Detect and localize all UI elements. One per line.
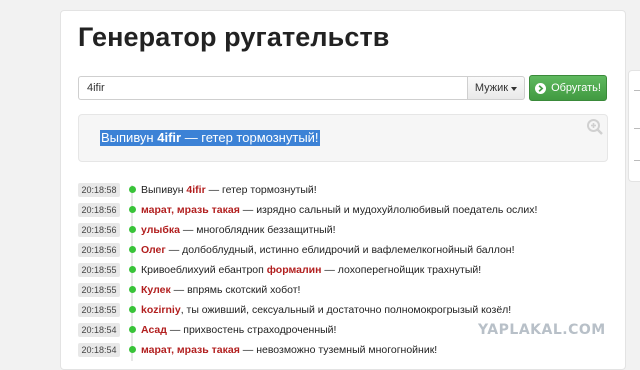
history-row: 20:18:58 Выпивун 4ifir — гетер тормознуты… (78, 181, 317, 199)
timestamp-badge: 20:18:55 (78, 263, 120, 277)
history-message: марат, мразь такая — изрядно сальный и м… (141, 201, 537, 219)
history-pre: Кривоеблихуий ебантроп (141, 264, 267, 276)
result-suffix: — гетер тормознутый! (181, 130, 319, 145)
caret-down-icon (511, 86, 518, 91)
status-dot (129, 266, 136, 273)
history-post: — лохоперегнойщик трахнутый! (321, 264, 482, 276)
history-name: формалин (266, 264, 322, 276)
history-message: Кулек — впрямь скотский хобот! (141, 281, 300, 299)
history-pre: Выпивун (141, 184, 187, 196)
status-dot (129, 346, 136, 353)
history-name: Кулек (141, 284, 171, 296)
history-message: Асад — прихвостень страходроченный! (141, 321, 336, 339)
zoom-in-icon[interactable] (586, 118, 604, 136)
timestamp-badge: 20:18:56 (78, 203, 120, 217)
history-message: марат, мразь такая — невозможно туземный… (141, 341, 437, 359)
history-message: Олег — долбоблудный, истинно еблидрочий … (141, 241, 515, 259)
history-row: 20:18:55 Кулек — впрямь скотский хобот! (78, 281, 300, 299)
side-divider (634, 90, 640, 91)
history-message: Выпивун 4ifir — гетер тормознутый! (141, 181, 317, 199)
history-post: — невозможно туземный многогнойник! (239, 344, 438, 356)
history-message: улыбка — многоблядник беззащитный! (141, 221, 336, 239)
history-post: — долбоблудный, истинно еблидрочий и ваф… (165, 244, 515, 256)
timestamp-badge: 20:18:54 (78, 343, 120, 357)
history-row: 20:18:56 улыбка — многоблядник беззащитны… (78, 221, 336, 239)
status-dot (129, 306, 136, 313)
history-row: 20:18:55 kozirniy, ты оживший, сексуальны… (78, 301, 511, 319)
history-row: 20:18:55 Кривоеблихуий ебантроп формалин … (78, 261, 481, 279)
status-dot (129, 326, 136, 333)
history-name: Олег (141, 244, 166, 256)
chevron-right-icon (535, 82, 547, 94)
timestamp-badge: 20:18:55 (78, 283, 120, 297)
result-text[interactable]: Выпивун 4ifir — гетер тормознутый! (100, 130, 320, 146)
history-row: 20:18:54 Асад — прихвостень страходроченн… (78, 321, 336, 339)
history-name: Асад (141, 324, 167, 336)
timestamp-badge: 20:18:58 (78, 183, 120, 197)
gender-select[interactable]: Мужик (467, 76, 525, 100)
timestamp-badge: 20:18:56 (78, 223, 120, 237)
history-message: kozirniy, ты оживший, сексуальный и дост… (141, 301, 511, 319)
insult-button[interactable]: Обругать! (529, 75, 607, 101)
history-name: марат, мразь такая (141, 344, 240, 356)
history-row: 20:18:56 марат, мразь такая — изрядно сал… (78, 201, 537, 219)
history-post: , ты оживший, сексуальный и достаточно п… (180, 304, 512, 316)
timestamp-badge: 20:18:56 (78, 243, 120, 257)
side-panel (628, 70, 640, 182)
history-post: — гетер тормознутый! (205, 184, 317, 196)
history-name: улыбка (141, 224, 180, 236)
history-row: 20:18:54 марат, мразь такая — невозможно … (78, 341, 437, 359)
status-dot (129, 226, 136, 233)
history-post: — прихвостень страходроченный! (166, 324, 337, 336)
gender-select-label: Мужик (474, 82, 509, 94)
status-dot (129, 206, 136, 213)
status-dot (129, 186, 136, 193)
history-message: Кривоеблихуий ебантроп формалин — лохопе… (141, 261, 481, 279)
timestamp-badge: 20:18:54 (78, 323, 120, 337)
history-row: 20:18:56 Олег — долбоблудный, истинно ебл… (78, 241, 515, 259)
status-dot (129, 246, 136, 253)
history-post: — впрямь скотский хобот! (170, 284, 301, 296)
side-divider (634, 128, 640, 129)
history-name: kozirniy (141, 304, 181, 316)
result-name: 4ifir (157, 130, 182, 145)
result-prefix: Выпивун (101, 130, 158, 145)
history-post: — многоблядник беззащитный! (179, 224, 336, 236)
history-name: 4ifir (186, 184, 206, 196)
history-name: марат, мразь такая (141, 204, 240, 216)
side-divider (634, 160, 640, 161)
timestamp-badge: 20:18:55 (78, 303, 120, 317)
watermark: YAPLAKAL.COM (478, 322, 606, 338)
insult-button-label: Обругать! (551, 82, 601, 94)
history-post: — изрядно сальный и мудохуйлолюбивый пое… (239, 204, 538, 216)
name-input[interactable] (78, 76, 467, 100)
page-title: Генератор ругательств (78, 22, 390, 52)
status-dot (129, 286, 136, 293)
